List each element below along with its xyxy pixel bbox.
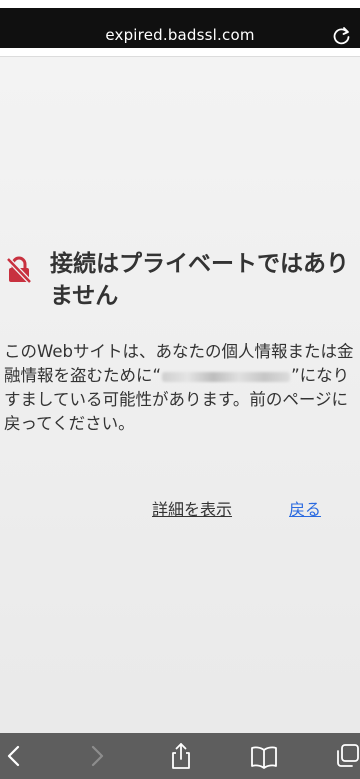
error-header: 接続はプライベートではありません [0,248,360,328]
go-back-link[interactable]: 戻る [289,496,321,520]
share-icon[interactable] [166,741,196,771]
error-title: 接続はプライベートではありません [50,251,349,309]
url-text: expired.badssl.com [105,26,255,44]
url-field[interactable]: expired.badssl.com [0,8,360,48]
forward-arrow-icon[interactable] [82,741,112,771]
tabs-icon[interactable] [332,741,360,771]
reload-icon[interactable] [332,24,352,48]
address-bar: expired.badssl.com [0,0,360,57]
browser-screen: expired.badssl.com 接続はプライベートではありません このWe… [0,0,360,779]
show-details-link[interactable]: 詳細を表示 [152,496,232,520]
lock-slash-icon [6,256,32,284]
back-arrow-icon[interactable] [0,741,30,771]
error-panel: 接続はプライベートではありません このWebサイトは、あなたの個人情報または金融… [0,248,360,519]
bottom-toolbar [0,733,360,779]
blurred-domain [162,371,291,382]
bookmarks-icon[interactable] [249,741,279,771]
error-message: このWebサイトは、あなたの個人情報または金融情報を盗むために“ ”になりすまして… [4,340,354,436]
